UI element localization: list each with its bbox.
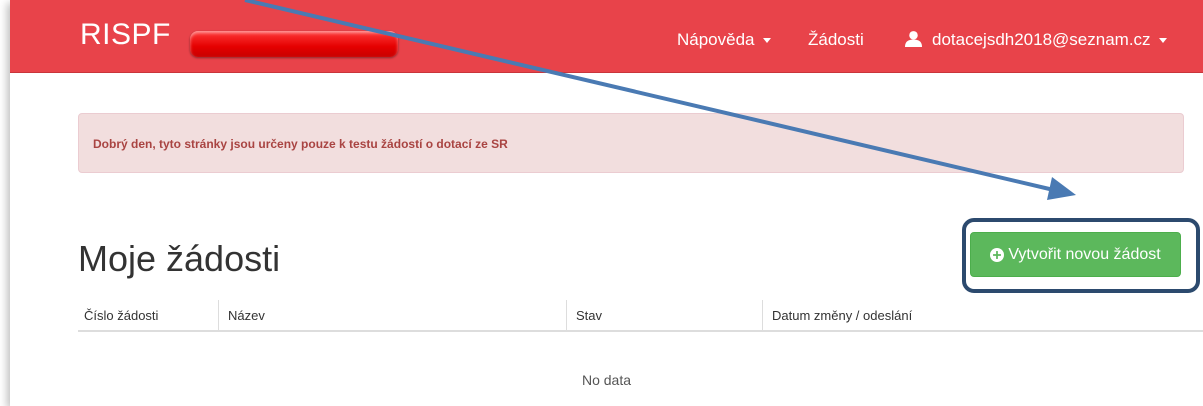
table-empty-message: No data <box>581 372 632 388</box>
navbar: RISPF Nápověda Žádosti dotacejsdh2018@se… <box>10 0 1203 73</box>
info-alert: Dobrý den, tyto stránky jsou určeny pouz… <box>78 113 1184 173</box>
page-title: Moje žádosti <box>78 238 281 279</box>
nav-requests-link[interactable]: Žádosti <box>808 30 864 50</box>
user-email: dotacejsdh2018@seznam.cz <box>932 30 1151 49</box>
column-header-date[interactable]: Datum změny / odeslání <box>772 308 912 323</box>
column-divider <box>762 300 763 330</box>
column-divider <box>218 300 219 330</box>
column-header-name[interactable]: Název <box>228 308 265 323</box>
brand-logo[interactable]: RISPF <box>80 18 171 52</box>
nav-help-label: Nápověda <box>677 30 755 49</box>
create-request-button[interactable]: Vytvořit novou žádost <box>970 232 1181 277</box>
table-header: Číslo žádosti Název Stav Datum změny / o… <box>78 300 1203 332</box>
column-header-number[interactable]: Číslo žádosti <box>84 308 158 323</box>
alert-message: Dobrý den, tyto stránky jsou určeny pouz… <box>93 137 508 151</box>
user-menu-dropdown[interactable]: dotacejsdh2018@seznam.cz <box>905 30 1167 50</box>
column-header-status[interactable]: Stav <box>576 308 602 323</box>
user-icon <box>905 31 922 47</box>
nav-help-dropdown[interactable]: Nápověda <box>677 30 771 50</box>
caret-down-icon <box>1158 38 1167 44</box>
app-window: RISPF Nápověda Žádosti dotacejsdh2018@se… <box>10 0 1203 406</box>
plus-circle-icon <box>990 247 1005 262</box>
caret-down-icon <box>762 38 771 44</box>
redaction-mark <box>190 31 398 57</box>
create-request-label: Vytvořit novou žádost <box>1008 245 1161 263</box>
column-divider <box>566 300 567 330</box>
